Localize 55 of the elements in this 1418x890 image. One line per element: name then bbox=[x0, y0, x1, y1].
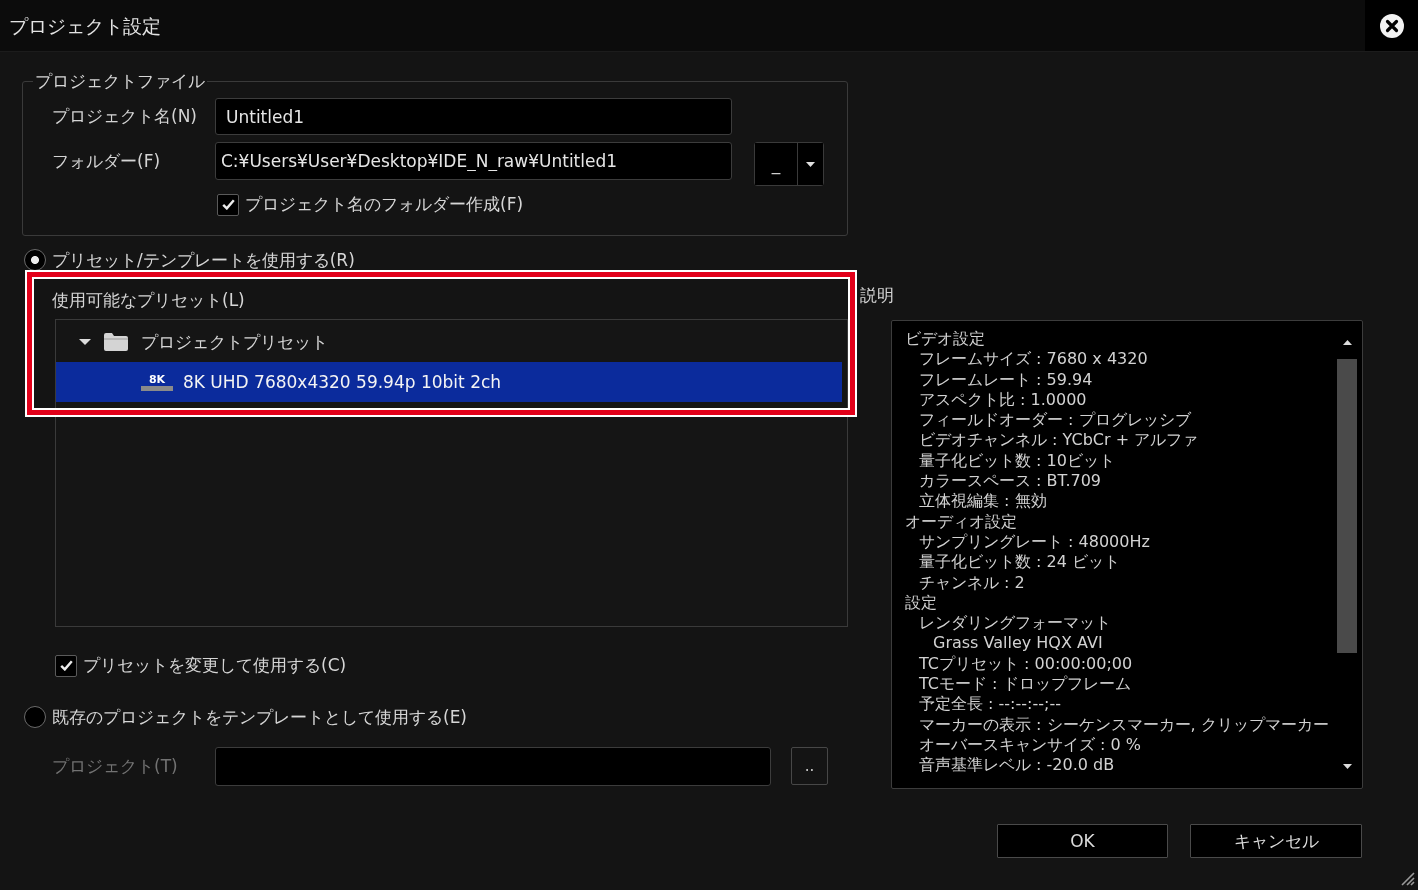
ok-button[interactable]: OK bbox=[997, 824, 1168, 858]
close-icon bbox=[1379, 13, 1404, 38]
checkmark-icon bbox=[221, 199, 235, 210]
group-title: プロジェクトファイル bbox=[34, 71, 206, 91]
cancel-button[interactable]: キャンセル bbox=[1190, 824, 1362, 858]
section-heading: ビデオ設定 bbox=[905, 329, 985, 350]
description-line: レンダリングフォーマット bbox=[919, 613, 1111, 634]
checkbox-label: プリセットを変更して使用する(C) bbox=[83, 654, 347, 677]
description-line: サンプリングレート : 48000Hz bbox=[919, 531, 1150, 553]
up-arrow-icon bbox=[1342, 340, 1352, 345]
dropdown-button[interactable] bbox=[797, 143, 823, 185]
down-arrow-icon bbox=[1342, 764, 1352, 769]
description-line: 立体視編集 : 無効 bbox=[919, 491, 1047, 512]
radio-label: プリセット/テンプレートを使用する(R) bbox=[52, 248, 355, 272]
section-heading: 設定 bbox=[905, 592, 937, 614]
field-label: プロジェクト名(N) bbox=[52, 105, 198, 128]
description-line: アスペクト比 : 1.0000 bbox=[919, 389, 1087, 411]
description-line: チャンネル : 2 bbox=[919, 572, 1025, 593]
description-line: Grass Valley HQX AVI bbox=[933, 633, 1103, 654]
tree-item[interactable]: プロジェクトプリセット bbox=[56, 322, 842, 362]
checkbox-label: プロジェクト名のフォルダー作成(F) bbox=[245, 193, 524, 216]
description-line: オーバースキャンサイズ : 0 % bbox=[919, 734, 1142, 756]
description-line: 音声基準レベル : -20.0 dB bbox=[919, 755, 1115, 776]
section-heading: オーディオ設定 bbox=[905, 511, 1017, 532]
tree-item[interactable]: 8K 8K UHD 7680x4320 59.94p 10bit 2ch bbox=[56, 362, 842, 402]
field-label: プロジェクト(T) bbox=[52, 755, 179, 778]
description-line: フィールドオーダー : プログレッシブ bbox=[919, 410, 1191, 431]
description-line: ビデオチャンネル : YCbCr + アルファ bbox=[919, 430, 1199, 451]
description-line: フレームレート : 59.94 bbox=[919, 369, 1093, 390]
window-title: プロジェクト設定 bbox=[9, 13, 161, 38]
description-line: カラースペース : BT.709 bbox=[919, 471, 1102, 492]
radio-label: 既存のプロジェクトをテンプレートとして使用する(E) bbox=[52, 705, 467, 729]
scrollbar-thumb[interactable] bbox=[1337, 359, 1357, 653]
description-line: 量子化ビット数 : 24 ビット bbox=[919, 552, 1120, 573]
text-field[interactable]: Untitled1 bbox=[215, 98, 732, 135]
list-label: 使用可能なプリセット(L) bbox=[52, 290, 245, 310]
radio-button[interactable] bbox=[24, 249, 46, 271]
folder-icon bbox=[104, 333, 128, 351]
close-button[interactable] bbox=[1365, 0, 1418, 51]
description-line: 量子化ビット数 : 10ビット bbox=[919, 450, 1115, 472]
checkmark-icon bbox=[59, 660, 73, 671]
description-line: TCプリセット : 00:00:00;00 bbox=[919, 653, 1133, 675]
caret-down-icon bbox=[806, 161, 815, 167]
resize-grip-icon bbox=[1399, 870, 1415, 886]
text-field[interactable]: C:¥Users¥User¥Desktop¥IDE_N_raw¥Untitled1 bbox=[215, 142, 732, 180]
field-label: フォルダー(F) bbox=[52, 149, 162, 173]
description-label: 説明 bbox=[860, 285, 894, 305]
description-line: マーカーの表示 : シーケンスマーカー, クリップマーカー bbox=[919, 714, 1329, 735]
description-line: 予定全長 : --:--:--;-- bbox=[919, 694, 1061, 715]
description-line: フレームサイズ : 7680 x 4320 bbox=[919, 349, 1148, 370]
radio-button[interactable] bbox=[24, 706, 46, 728]
description-line: TCモード : ドロップフレーム bbox=[919, 674, 1131, 695]
checkbox[interactable] bbox=[217, 193, 239, 216]
checkbox[interactable] bbox=[55, 654, 77, 677]
resolution-badge: 8K bbox=[141, 373, 173, 391]
